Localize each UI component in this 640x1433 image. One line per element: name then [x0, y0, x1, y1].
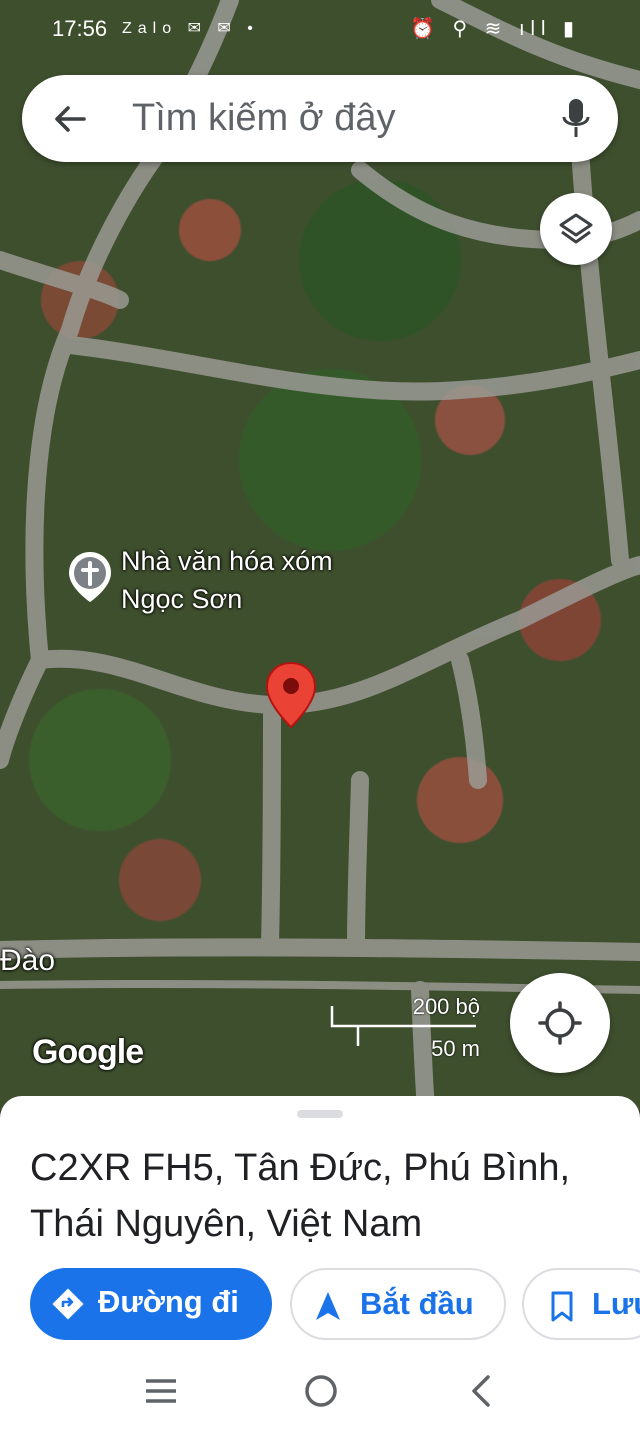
map-view[interactable]: 17:56 Zalo ✉ ✉ • ⏰ ⚲ ≋ ıll ▮ Tìm kiếm ở … — [0, 0, 640, 1110]
place-bottom-sheet[interactable]: C2XR FH5, Tân Đức, Phú Bình, Thái Nguyên… — [0, 1096, 640, 1433]
home-icon[interactable] — [304, 1374, 338, 1408]
layers-icon — [559, 213, 593, 244]
navigation-arrow-icon — [316, 1292, 340, 1320]
system-navigation-bar — [0, 1356, 640, 1433]
bookmark-icon — [551, 1291, 573, 1322]
scale-metric: 50 m — [431, 1036, 480, 1061]
search-input[interactable]: Tìm kiếm ở đây — [132, 97, 396, 140]
directions-button[interactable]: Đường đi — [30, 1268, 272, 1340]
map-layers-button[interactable] — [540, 193, 612, 265]
start-label: Bắt đầu — [360, 1286, 474, 1321]
church-cross-icon — [69, 552, 111, 602]
directions-label: Đường đi — [98, 1284, 239, 1319]
directions-icon — [52, 1288, 84, 1320]
recent-apps-icon[interactable] — [144, 1376, 178, 1406]
microphone-icon[interactable] — [560, 97, 592, 141]
poi-name: Nhà văn hóa xóm Ngọc Sơn — [121, 546, 333, 614]
back-icon[interactable] — [466, 1374, 496, 1408]
status-time: 17:56 — [52, 16, 108, 41]
my-location-button[interactable] — [510, 973, 610, 1073]
road-label: Đào — [0, 944, 56, 977]
scale-imperial: 200 bộ — [412, 994, 480, 1019]
poi-label[interactable]: Nhà văn hóa xóm Ngọc Sơn — [121, 542, 381, 618]
place-address: C2XR FH5, Tân Đức, Phú Bình, Thái Nguyên… — [30, 1147, 571, 1245]
action-buttons: Đường đi Bắt đầu Lưu — [0, 1268, 640, 1340]
map-scale: 200 bộ 50 m — [326, 994, 486, 1062]
search-bar[interactable]: Tìm kiếm ở đây — [22, 75, 618, 162]
status-bar: 17:56 Zalo ✉ ✉ • ⏰ ⚲ ≋ ıll ▮ — [0, 0, 640, 60]
system-status-icons: ⏰ ⚲ ≋ ıll ▮ — [410, 18, 580, 40]
save-label: Lưu — [592, 1286, 640, 1321]
location-pin-icon[interactable] — [264, 660, 318, 730]
back-arrow-icon[interactable] — [50, 99, 90, 139]
drag-handle[interactable] — [297, 1110, 343, 1118]
crosshair-icon — [538, 1001, 582, 1045]
save-button[interactable]: Lưu — [522, 1268, 640, 1340]
start-navigation-button[interactable]: Bắt đầu — [290, 1268, 506, 1340]
notification-icons: Zalo ✉ ✉ • — [122, 20, 259, 37]
google-logo: Google — [32, 1033, 144, 1071]
